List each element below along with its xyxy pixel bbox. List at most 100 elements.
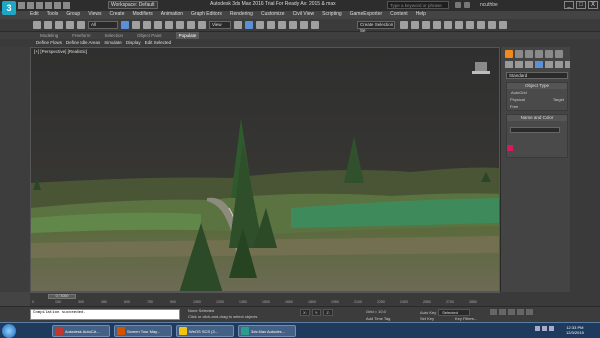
display-tab-icon[interactable]	[545, 50, 553, 58]
rectangular-selection-icon[interactable]	[143, 21, 151, 29]
mirror-icon[interactable]	[400, 21, 408, 29]
menu-customize[interactable]: Customize	[261, 11, 285, 19]
schematic-view-icon[interactable]	[455, 21, 463, 29]
object-name-field[interactable]	[510, 126, 560, 133]
angle-snap-icon[interactable]	[278, 21, 286, 29]
utilities-tab-icon[interactable]	[555, 50, 563, 58]
menu-tools[interactable]: Tools	[47, 11, 59, 19]
link-icon[interactable]	[55, 21, 63, 29]
tab-freeform[interactable]: Freeform	[72, 32, 90, 39]
user-name[interactable]: ncuthbe	[480, 2, 498, 8]
minimize-button[interactable]: _	[564, 1, 574, 9]
network-icon[interactable]	[535, 326, 540, 331]
taskbar-item-screentour[interactable]: Screen Tour May...	[114, 325, 172, 337]
add-time-tag-button[interactable]: Add Time Tag	[366, 316, 390, 321]
set-key-button[interactable]: Set Key	[420, 316, 434, 321]
redo-icon[interactable]	[54, 2, 61, 9]
category-dropdown[interactable]: Standard	[506, 72, 568, 79]
taskbar-item-folder[interactable]: WeOS SCS (3...	[176, 325, 234, 337]
workspace-dropdown[interactable]: Workspace: Default	[108, 1, 158, 9]
layer-explorer-icon[interactable]	[422, 21, 430, 29]
undo-icon[interactable]	[33, 21, 41, 29]
selection-dropdown[interactable]: Selected	[438, 309, 471, 316]
select-object-icon[interactable]	[121, 21, 129, 29]
maxscript-listener[interactable]: Compilation succeeded.	[30, 309, 180, 320]
tab-modeling[interactable]: Modeling	[40, 32, 58, 39]
modify-tab-icon[interactable]	[515, 50, 523, 58]
taskbar-item-3dsmax[interactable]: 3ds Max Autodes...	[238, 325, 296, 337]
viewport-label[interactable]: [+] [Perspective] [Realistic]	[34, 49, 87, 54]
time-slider[interactable]: 0 / 3000	[48, 294, 76, 299]
autogrid-checkbox[interactable]: AutoGrid	[507, 89, 567, 96]
tab-populate[interactable]: Populate	[175, 32, 200, 39]
graphite-toggle-icon[interactable]	[433, 21, 441, 29]
previous-frame-icon[interactable]	[499, 309, 506, 315]
tab-object-paint[interactable]: Object Paint	[137, 32, 162, 39]
bind-space-warp-icon[interactable]	[77, 21, 85, 29]
menu-create[interactable]: Create	[109, 11, 124, 19]
menu-gameexporter[interactable]: GameExporter	[350, 11, 383, 19]
render-setup-icon[interactable]	[477, 21, 485, 29]
render-production-icon[interactable]	[499, 21, 507, 29]
snaps-toggle-icon[interactable]	[267, 21, 275, 29]
create-tab-icon[interactable]	[505, 50, 513, 58]
start-button[interactable]	[2, 324, 16, 338]
object-color-swatch[interactable]	[507, 144, 513, 151]
open-file-icon[interactable]	[27, 2, 34, 9]
pivot-center-icon[interactable]	[234, 21, 242, 29]
menu-animation[interactable]: Animation	[161, 11, 183, 19]
menu-rendering[interactable]: Rendering	[230, 11, 253, 19]
target-camera-button[interactable]: Target	[553, 97, 564, 102]
flag-icon[interactable]	[549, 326, 554, 331]
hierarchy-tab-icon[interactable]	[525, 50, 533, 58]
unlink-icon[interactable]	[66, 21, 74, 29]
x-coordinate[interactable]: X:	[300, 309, 310, 316]
binoculars-icon[interactable]	[455, 2, 461, 8]
go-to-start-icon[interactable]	[490, 309, 497, 315]
tab-selection[interactable]: Selection	[105, 32, 124, 39]
rotate-icon[interactable]	[176, 21, 184, 29]
edit-selected-button[interactable]: Edit Selected	[145, 39, 172, 47]
key-filters-button[interactable]: Key Filters...	[455, 316, 477, 321]
save-file-icon[interactable]	[36, 2, 43, 9]
physical-camera-button[interactable]: Physical	[510, 97, 525, 102]
project-folder-icon[interactable]	[63, 2, 70, 9]
edit-named-selection-icon[interactable]	[311, 21, 319, 29]
menu-edit[interactable]: Edit	[30, 11, 39, 19]
curve-editor-icon[interactable]	[444, 21, 452, 29]
menu-civil-view[interactable]: Civil View	[293, 11, 315, 19]
display-button[interactable]: Display	[126, 39, 141, 47]
free-camera-button[interactable]: Free	[510, 104, 518, 109]
selection-filter-dropdown[interactable]: All	[88, 21, 118, 29]
clock[interactable]: 12:33 PM 12/3/2015	[566, 325, 584, 335]
next-frame-icon[interactable]	[517, 309, 524, 315]
window-crossing-icon[interactable]	[154, 21, 162, 29]
menu-group[interactable]: Group	[66, 11, 80, 19]
keyboard-shortcut-icon[interactable]	[256, 21, 264, 29]
z-coordinate[interactable]: Z:	[323, 309, 333, 316]
align-icon[interactable]	[411, 21, 419, 29]
menu-content[interactable]: Content	[390, 11, 408, 19]
close-button[interactable]: X	[588, 1, 598, 9]
taskbar-item-autocad[interactable]: Autodesk AutoCA...	[52, 325, 110, 337]
geometry-icon[interactable]	[505, 61, 513, 68]
new-file-icon[interactable]	[18, 2, 25, 9]
named-selection-dropdown[interactable]: Create Selection Se	[357, 21, 395, 33]
placement-icon[interactable]	[198, 21, 206, 29]
shapes-icon[interactable]	[515, 61, 523, 68]
select-manipulate-icon[interactable]	[245, 21, 253, 29]
cameras-icon[interactable]	[535, 61, 543, 68]
y-coordinate[interactable]: Y:	[311, 309, 322, 316]
menu-help[interactable]: Help	[416, 11, 426, 19]
volume-icon[interactable]	[542, 326, 547, 331]
define-idle-areas-button[interactable]: Define Idle Areas	[66, 39, 100, 47]
simulate-button[interactable]: Simulate	[104, 39, 122, 47]
undo-icon[interactable]	[45, 2, 52, 9]
scale-icon[interactable]	[187, 21, 195, 29]
material-editor-icon[interactable]	[466, 21, 474, 29]
move-icon[interactable]	[165, 21, 173, 29]
spinner-snap-icon[interactable]	[300, 21, 308, 29]
select-by-name-icon[interactable]	[132, 21, 140, 29]
menu-scripting[interactable]: Scripting	[322, 11, 341, 19]
lights-icon[interactable]	[525, 61, 533, 68]
